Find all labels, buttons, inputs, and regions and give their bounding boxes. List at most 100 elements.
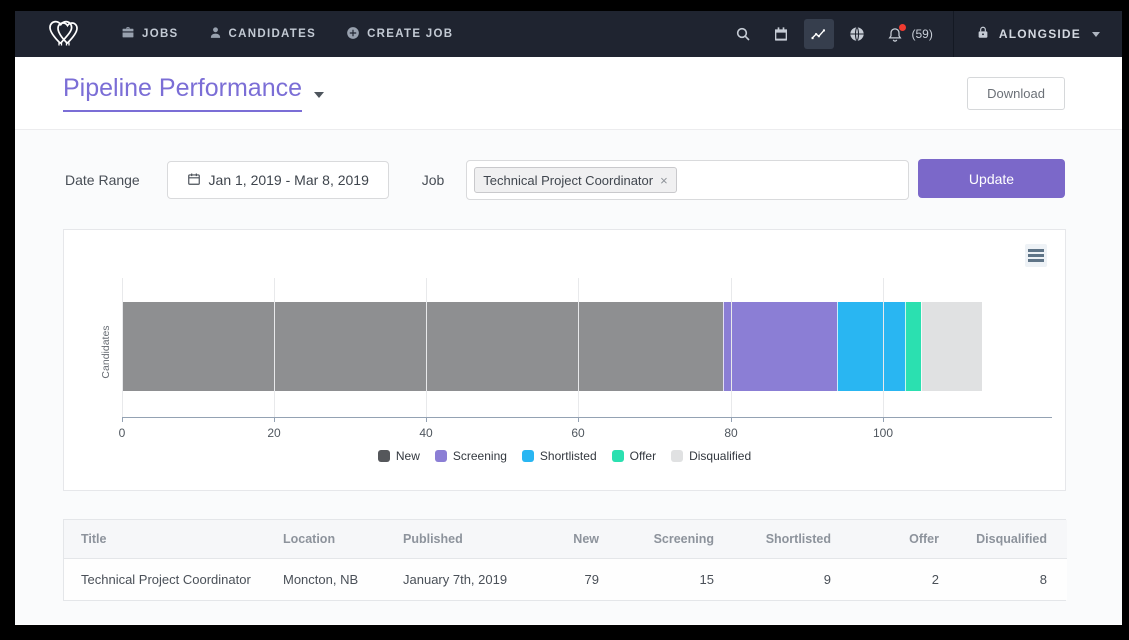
cell-disqualified: 8 <box>959 558 1067 600</box>
person-icon <box>209 26 222 42</box>
remove-tag-icon[interactable]: × <box>660 174 668 187</box>
chart-panel: Candidates 0 20 40 60 80 100 New Screening Shor… <box>63 229 1066 491</box>
nav-divider <box>953 11 954 57</box>
navbar-left: JOBS CANDIDATES CREATE JOB <box>45 17 483 52</box>
cell-location: Moncton, NB <box>266 558 386 600</box>
col-shortlisted: Shortlisted <box>734 520 851 558</box>
date-range-input[interactable]: Jan 1, 2019 - Mar 8, 2019 <box>167 161 389 199</box>
legend-item-new[interactable]: New <box>378 449 420 463</box>
legend-item-disqualified[interactable]: Disqualified <box>671 449 751 463</box>
filters-row: Date Range Jan 1, 2019 - Mar 8, 2019 Job… <box>65 160 909 200</box>
col-title: Title <box>64 520 266 558</box>
globe-icon[interactable] <box>842 19 872 49</box>
col-new: New <box>546 520 619 558</box>
legend-label: Disqualified <box>689 449 751 463</box>
plot-area: 0 20 40 60 80 100 <box>122 278 1050 438</box>
col-screening: Screening <box>619 520 734 558</box>
job-tag-label: Technical Project Coordinator <box>483 173 653 188</box>
navbar: JOBS CANDIDATES CREATE JOB <box>15 11 1122 57</box>
cell-shortlisted: 9 <box>734 558 851 600</box>
gridline <box>274 278 275 417</box>
stacked-bar <box>122 302 1050 391</box>
axis-tick-label: 20 <box>267 426 280 440</box>
chart-legend: New Screening Shortlisted Offer Disqualified <box>64 449 1065 463</box>
axis-tick <box>274 418 275 422</box>
gridline <box>731 278 732 417</box>
axis-tick <box>883 418 884 422</box>
nav-candidates[interactable]: CANDIDATES <box>209 26 317 42</box>
navbar-right: (59) ALONGSIDE <box>720 11 1100 57</box>
search-icon[interactable] <box>728 19 758 49</box>
axis-tick <box>731 418 732 422</box>
bar-segment-disqualified[interactable] <box>921 302 982 391</box>
legend-label: Shortlisted <box>540 449 597 463</box>
plus-circle-icon <box>346 26 360 43</box>
col-offer: Offer <box>851 520 959 558</box>
date-range-label: Date Range <box>65 172 140 188</box>
account-icon <box>976 25 990 43</box>
nav-jobs[interactable]: JOBS <box>121 26 179 42</box>
page-header: Pipeline Performance Download <box>15 57 1122 130</box>
brand-logo[interactable] <box>45 17 83 52</box>
axis-tick-label: 60 <box>571 426 584 440</box>
col-published: Published <box>386 520 546 558</box>
legend-item-shortlisted[interactable]: Shortlisted <box>522 449 597 463</box>
analytics-icon[interactable] <box>804 19 834 49</box>
hearts-logo-icon <box>45 17 83 52</box>
table-header-row: Title Location Published New Screening S… <box>64 520 1067 558</box>
calendar-icon[interactable] <box>766 19 796 49</box>
chevron-down-icon <box>1092 32 1100 37</box>
y-axis-label: Candidates <box>100 322 112 382</box>
report-title-dropdown[interactable]: Pipeline Performance <box>63 74 324 112</box>
results-table: Title Location Published New Screening S… <box>63 519 1066 601</box>
axis-tick-label: 80 <box>724 426 737 440</box>
chart-menu-icon[interactable] <box>1025 244 1047 267</box>
axis-tick-label: 0 <box>119 426 126 440</box>
gridline <box>883 278 884 417</box>
briefcase-icon <box>121 26 135 42</box>
table-row: Technical Project Coordinator Moncton, N… <box>64 558 1067 600</box>
account-label: ALONGSIDE <box>999 27 1081 41</box>
cell-new: 79 <box>546 558 619 600</box>
legend-label: New <box>396 449 420 463</box>
axis-tick-label: 40 <box>419 426 432 440</box>
job-tag: Technical Project Coordinator × <box>474 167 676 193</box>
update-button[interactable]: Update <box>918 159 1065 198</box>
col-location: Location <box>266 520 386 558</box>
nav-create-job-label: CREATE JOB <box>367 28 453 40</box>
bar-segment-shortlisted[interactable] <box>837 302 905 391</box>
axis-tick <box>122 418 123 422</box>
download-button[interactable]: Download <box>967 77 1065 110</box>
gridline <box>122 278 123 417</box>
legend-label: Offer <box>630 449 656 463</box>
account-menu[interactable]: ALONGSIDE <box>976 25 1100 43</box>
cell-title: Technical Project Coordinator <box>64 558 266 600</box>
legend-label: Screening <box>453 449 507 463</box>
axis-tick <box>578 418 579 422</box>
bar-segment-offer[interactable] <box>905 302 920 391</box>
bar-segment-new[interactable] <box>122 302 723 391</box>
page-title: Pipeline Performance <box>63 74 302 112</box>
nav-create-job[interactable]: CREATE JOB <box>346 26 453 43</box>
pipeline-table: Title Location Published New Screening S… <box>64 520 1067 600</box>
notification-count[interactable]: (59) <box>912 27 933 41</box>
legend-swatch <box>671 450 683 462</box>
bell-icon[interactable] <box>880 19 910 49</box>
legend-item-screening[interactable]: Screening <box>435 449 507 463</box>
date-range-value: Jan 1, 2019 - Mar 8, 2019 <box>209 172 369 188</box>
legend-item-offer[interactable]: Offer <box>612 449 656 463</box>
x-axis-line <box>122 417 1052 418</box>
cell-published: January 7th, 2019 <box>386 558 546 600</box>
axis-tick-label: 100 <box>873 426 893 440</box>
bar-segment-screening[interactable] <box>723 302 837 391</box>
col-disqualified: Disqualified <box>959 520 1067 558</box>
gridline <box>578 278 579 417</box>
legend-swatch <box>435 450 447 462</box>
notification-dot <box>899 24 906 31</box>
report-content: Date Range Jan 1, 2019 - Mar 8, 2019 Job… <box>15 130 1122 624</box>
legend-swatch <box>522 450 534 462</box>
axis-tick <box>426 418 427 422</box>
job-input[interactable]: Technical Project Coordinator × <box>466 160 909 200</box>
job-label: Job <box>422 172 445 188</box>
nav-candidates-label: CANDIDATES <box>229 28 317 40</box>
